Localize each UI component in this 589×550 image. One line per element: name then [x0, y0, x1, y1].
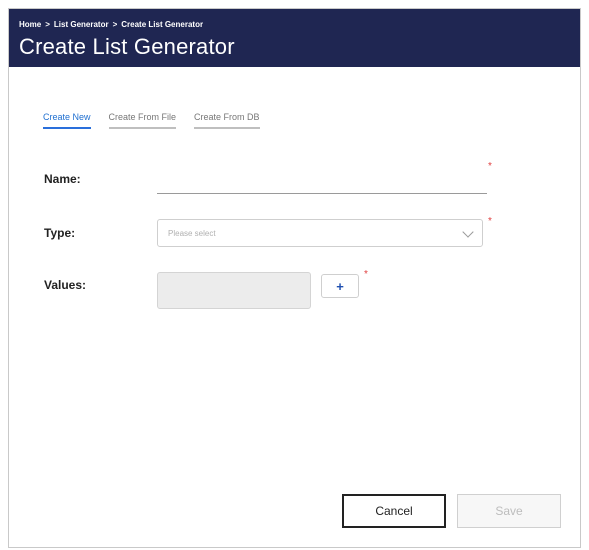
- add-value-button[interactable]: +: [321, 274, 359, 298]
- breadcrumb-separator: >: [112, 20, 118, 29]
- tab-create-from-file[interactable]: Create From File: [108, 112, 177, 129]
- breadcrumb-separator: >: [45, 20, 50, 29]
- breadcrumb-home[interactable]: Home: [19, 20, 41, 29]
- type-label: Type:: [44, 226, 76, 240]
- type-select-placeholder: Please select: [168, 228, 216, 238]
- name-field[interactable]: [157, 175, 487, 194]
- page-header: Home > List Generator > Create List Gene…: [9, 9, 580, 67]
- name-required-mark: *: [488, 161, 492, 172]
- values-field[interactable]: [157, 272, 311, 309]
- breadcrumb-current: Create List Generator: [121, 20, 204, 29]
- create-list-generator-panel: Home > List Generator > Create List Gene…: [8, 8, 581, 548]
- tab-bar: Create New Create From File Create From …: [43, 112, 260, 129]
- type-required-mark: *: [488, 216, 492, 227]
- tab-create-new[interactable]: Create New: [43, 112, 91, 129]
- breadcrumb: Home > List Generator > Create List Gene…: [19, 20, 203, 29]
- name-label: Name:: [44, 172, 81, 186]
- breadcrumb-list-generator[interactable]: List Generator: [54, 20, 109, 29]
- values-required-mark: *: [364, 269, 368, 280]
- tab-create-from-db[interactable]: Create From DB: [194, 112, 260, 129]
- page-title: Create List Generator: [19, 34, 235, 59]
- cancel-button[interactable]: Cancel: [342, 494, 446, 528]
- type-select[interactable]: Please select: [157, 219, 483, 247]
- save-button[interactable]: Save: [457, 494, 561, 528]
- chevron-down-icon: [462, 226, 474, 238]
- values-label: Values:: [44, 278, 87, 292]
